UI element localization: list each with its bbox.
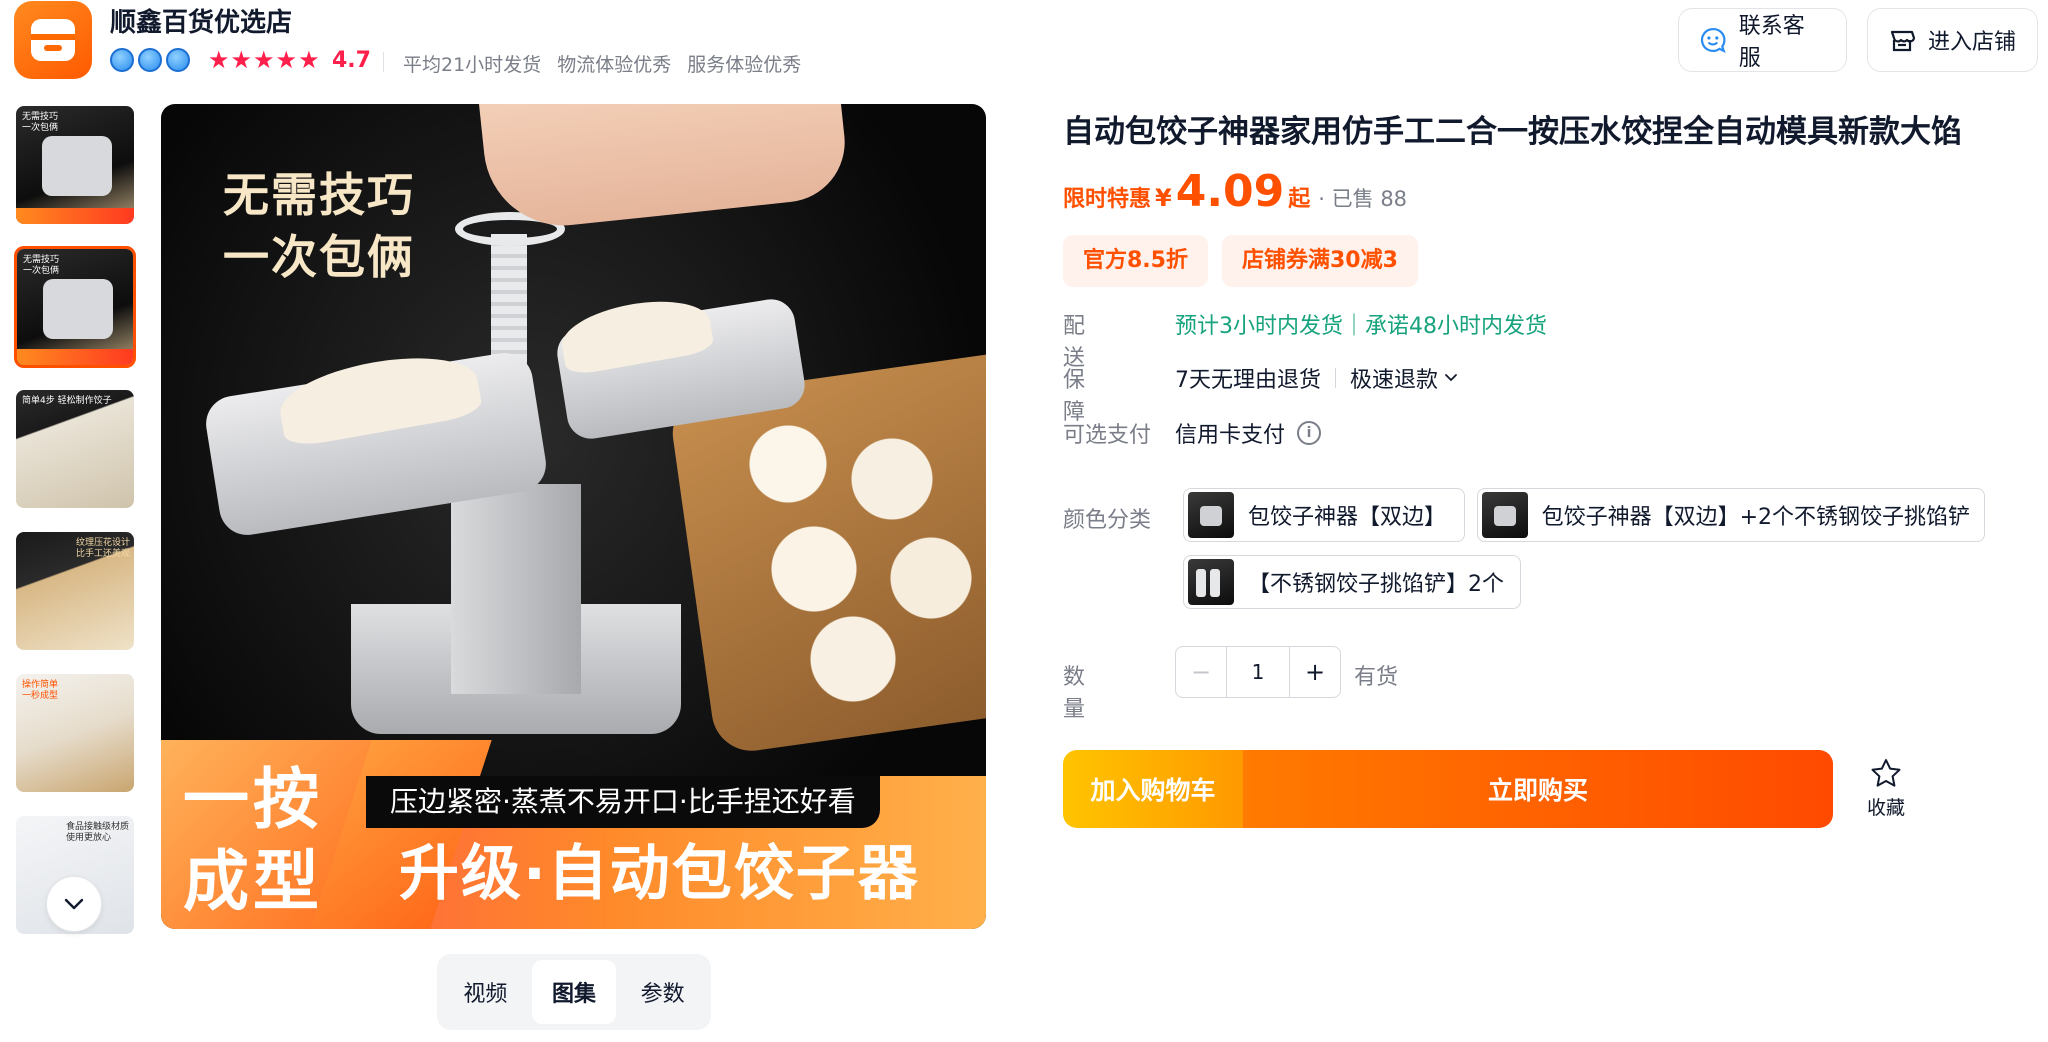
buy-now-button[interactable]: 立即购买 [1243,750,1833,828]
enter-store-label: 进入店铺 [1928,30,2017,55]
coupons: 官方8.5折 店铺券满30减3 [1063,235,1418,287]
guarantee-item: 7天无理由退货 [1175,368,1321,393]
star-half-icon: ★ [298,46,320,74]
thumbnail-caption: 操作简单 一秒成型 [22,680,59,701]
star-icon: ★ [208,46,230,74]
storefront-icon [1890,30,1916,52]
thumbnail[interactable]: 纹理压花设计 比手工还美观 [14,530,136,652]
sku-option[interactable]: 包饺子神器【双边】+2个不锈钢饺子挑馅铲 [1477,488,1985,542]
quantity-stepper: − 1 + [1175,646,1341,698]
sku-thumbnail [1188,492,1234,538]
sku-thumbnail [1188,559,1234,605]
shop-stats: 平均21小时发货 物流体验优秀 服务体验优秀 [403,50,801,77]
quantity-label: 数量 [1063,665,1116,722]
thumbnails-scroll-down-button[interactable] [46,876,102,932]
star-icon: ★ [275,46,298,74]
coupon-store[interactable]: 店铺券满30减3 [1221,235,1418,287]
star-outline-icon [1871,759,1901,787]
sku-label: 颜色分类 [1063,508,1152,533]
badge-coin-icon [138,48,162,72]
divider [383,52,384,72]
currency-symbol: ¥ [1155,184,1172,212]
badge-coin-icon [110,48,134,72]
contact-service-label: 联系客服 [1738,14,1805,71]
stock-status: 有货 [1354,665,1399,690]
thumbnail-caption: 无需技巧 一次包俩 [23,255,60,276]
purchase-actions: 加入购物车 立即购买 [1063,750,1833,828]
tab-gallery[interactable]: 图集 [531,960,617,1024]
thumbnail[interactable]: 简单4步 轻松制作饺子 [14,388,136,510]
thumbnail[interactable]: 操作简单 一秒成型 [14,672,136,794]
shop-name[interactable]: 顺鑫百货优选店 [110,2,292,39]
main-product-image[interactable]: 无需技巧 一次包俩 一按 成型 压边紧密·蒸煮不易开口·比手捏还好看 升级·自动… [161,104,986,929]
thumbnail-caption: 简单4步 轻松制作饺子 [22,396,112,406]
shop-logo[interactable] [14,1,92,79]
sku-option[interactable]: 【不锈钢饺子挑馅铲】2个 [1183,555,1521,609]
shop-logo-icon [31,19,75,61]
thumbnail-caption: 纹理压花设计 比手工还美观 [76,538,131,559]
sku-option-label: 【不锈钢饺子挑馅铲】2个 [1248,572,1504,597]
shop-badges [110,48,190,72]
contact-service-button[interactable]: 联系客服 [1678,8,1847,72]
star-icon: ★ [230,46,253,74]
promo-label: 限时特惠 [1063,187,1152,212]
product-title: 自动包饺子神器家用仿手工二合一按压水饺捏全自动模具新款大馅 [1063,114,1962,150]
quantity-increase-button[interactable]: + [1290,647,1340,697]
image-tagline: 无需技巧 一次包俩 [223,168,415,284]
rating-stars: ★ ★ ★ ★ ★ [208,47,320,73]
payment-method: 信用卡支付 [1175,423,1286,448]
sku-thumbnail [1482,492,1528,538]
sku-option-label: 包饺子神器【双边】+2个不锈钢饺子挑馅铲 [1541,505,1970,530]
coupon-official-discount[interactable]: 官方8.5折 [1063,235,1208,287]
add-to-cart-button[interactable]: 加入购物车 [1063,750,1243,828]
sku-option[interactable]: 包饺子神器【双边】 [1183,488,1465,542]
shop-stat: 物流体验优秀 [557,54,672,76]
shipping-text: 预计3小时内发货｜承诺48小时内发货 [1175,314,1547,339]
tab-video[interactable]: 视频 [443,960,528,1024]
image-slogan-big: 一按 成型 [183,761,323,920]
quantity-input[interactable]: 1 [1226,647,1290,697]
enter-store-button[interactable]: 进入店铺 [1867,8,2038,72]
image-slogan-upgrade: 升级·自动包饺子器 [399,839,920,909]
chevron-down-icon [64,898,84,910]
sold-count: · 已售 88 [1318,187,1408,211]
shop-rating: 4.7 [332,48,371,73]
payment-info: 信用卡支付 i [1175,417,1322,449]
favorite-button[interactable]: 收藏 [1858,757,1914,820]
star-icon: ★ [253,46,275,74]
payment-label: 可选支付 [1063,423,1152,448]
sku-option-label: 包饺子神器【双边】 [1248,505,1447,530]
smiley-bubble-icon [1700,28,1726,53]
shop-stat: 平均21小时发货 [403,54,542,76]
gallery-tabs: 视频 图集 参数 [437,954,711,1030]
chevron-down-icon [1445,374,1457,382]
thumbnail[interactable]: 无需技巧 一次包俩 [14,104,136,226]
price-suffix: 起 [1288,187,1311,212]
image-slogan-sub: 压边紧密·蒸煮不易开口·比手捏还好看 [366,776,880,828]
thumbnail-caption: 无需技巧 一次包俩 [22,112,59,133]
thumbnail-caption: 食品接触级材质 使用更放心 [66,822,130,843]
guarantee-item: 极速退款 [1350,368,1439,393]
shop-stat: 服务体验优秀 [687,54,802,76]
guarantee-info[interactable]: 7天无理由退货 极速退款 [1175,362,1458,394]
quantity-decrease-button[interactable]: − [1176,647,1226,697]
info-circle-icon[interactable]: i [1297,421,1322,445]
hand [479,104,851,234]
badge-coin-icon [166,48,190,72]
price: 4.09 [1175,166,1285,217]
price-row: 限时特惠 ¥ 4.09 起 · 已售 88 [1063,166,1407,217]
divider [1335,368,1336,388]
tab-params[interactable]: 参数 [620,960,705,1024]
favorite-label: 收藏 [1866,797,1905,819]
thumbnail-strip[interactable]: 无需技巧 一次包俩 无需技巧 一次包俩 简单4步 轻松制作饺子 纹理压花设计 比… [14,104,138,936]
dumplings [736,404,986,704]
thumbnail-active[interactable]: 无需技巧 一次包俩 [14,246,136,368]
